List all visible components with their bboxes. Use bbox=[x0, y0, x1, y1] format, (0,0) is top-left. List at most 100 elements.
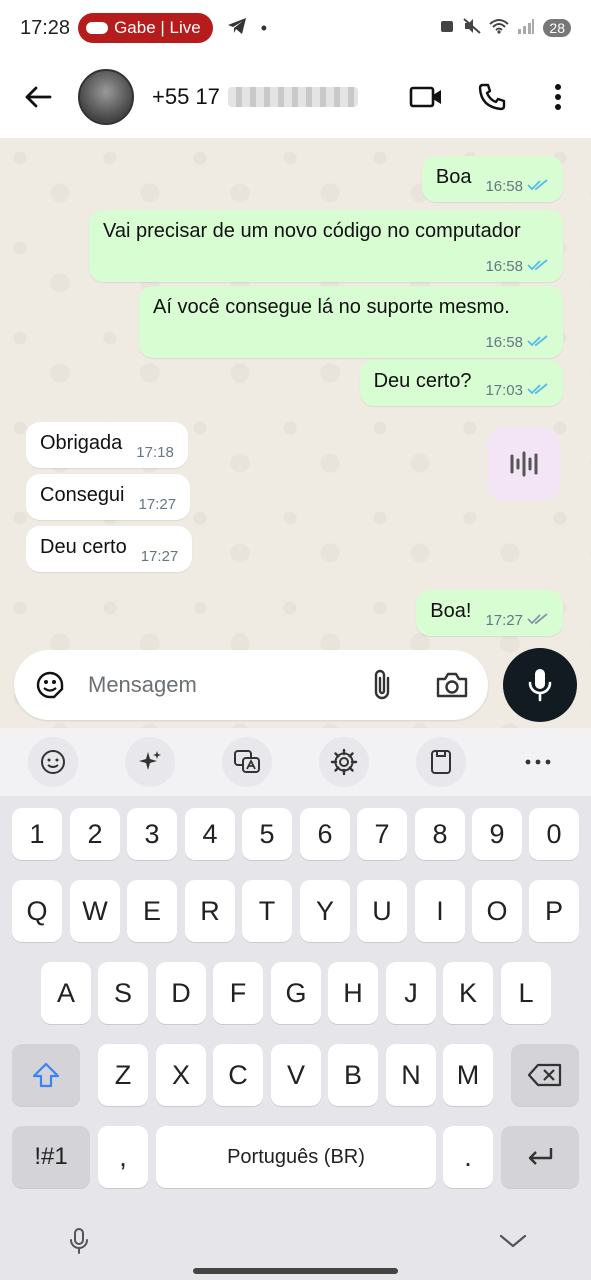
shift-key[interactable] bbox=[12, 1044, 80, 1106]
message-time: 17:27 bbox=[138, 496, 177, 513]
clipboard-button[interactable] bbox=[416, 737, 467, 787]
message-bubble-outgoing[interactable]: Boa 16:58 bbox=[421, 156, 563, 202]
message-text: Boa! bbox=[430, 600, 472, 622]
key-6[interactable]: 6 bbox=[300, 808, 350, 860]
key-e[interactable]: E bbox=[127, 880, 177, 942]
key-c[interactable]: C bbox=[213, 1044, 263, 1106]
key-w[interactable]: W bbox=[70, 880, 120, 942]
kebab-menu-icon bbox=[555, 84, 561, 110]
voice-call-button[interactable] bbox=[459, 67, 525, 127]
key-b[interactable]: B bbox=[328, 1044, 378, 1106]
key-h[interactable]: H bbox=[328, 962, 378, 1024]
key-y[interactable]: Y bbox=[300, 880, 350, 942]
soundcloud-icon bbox=[86, 22, 109, 34]
message-bubble-incoming[interactable]: Deu certo 17:27 bbox=[26, 526, 193, 572]
key-3[interactable]: 3 bbox=[127, 808, 177, 860]
contact-phone-prefix: +55 17 bbox=[152, 84, 220, 109]
ai-writing-button[interactable] bbox=[124, 737, 175, 787]
waveform-icon bbox=[510, 451, 538, 477]
live-recording-pill[interactable]: Gabe | Live bbox=[78, 13, 213, 43]
translate-button[interactable] bbox=[221, 737, 272, 787]
clipboard-icon bbox=[431, 750, 452, 774]
more-options-button[interactable] bbox=[525, 67, 591, 127]
message-bubble-incoming[interactable]: Obrigada 17:18 bbox=[26, 422, 188, 468]
home-indicator[interactable] bbox=[193, 1268, 398, 1274]
camera-icon bbox=[436, 672, 468, 698]
double-check-delivered-icon bbox=[527, 608, 549, 634]
video-call-button[interactable] bbox=[393, 67, 459, 127]
backspace-key[interactable] bbox=[511, 1044, 579, 1106]
message-time: 17:27 bbox=[140, 548, 179, 565]
key-x[interactable]: X bbox=[156, 1044, 206, 1106]
message-bubble-incoming[interactable]: Consegui 17:27 bbox=[26, 474, 191, 520]
voice-record-button[interactable] bbox=[503, 648, 577, 722]
keyboard-settings-button[interactable] bbox=[319, 737, 370, 787]
key-f[interactable]: F bbox=[213, 962, 263, 1024]
message-text: Deu certo? bbox=[373, 370, 472, 392]
period-key[interactable]: . bbox=[443, 1126, 493, 1188]
symbols-key[interactable]: !#1 bbox=[12, 1126, 90, 1188]
camera-button[interactable] bbox=[432, 665, 472, 705]
key-s[interactable]: S bbox=[98, 962, 148, 1024]
shift-arrow-icon bbox=[32, 1062, 60, 1088]
message-bubble-outgoing[interactable]: Boa! 17:27 bbox=[416, 590, 563, 636]
message-bubble-outgoing[interactable]: Vai precisar de um novo código no comput… bbox=[89, 210, 563, 282]
message-text: Vai precisar de um novo código no comput… bbox=[103, 220, 521, 242]
notification-dot-icon: • bbox=[260, 17, 268, 38]
key-t[interactable]: T bbox=[242, 880, 292, 942]
contact-avatar[interactable] bbox=[78, 69, 134, 125]
emoji-button[interactable] bbox=[27, 737, 78, 787]
key-m[interactable]: M bbox=[443, 1044, 493, 1106]
status-time: 17:28 bbox=[20, 16, 71, 39]
smiley-icon bbox=[40, 750, 65, 774]
back-button[interactable] bbox=[8, 67, 68, 127]
key-r[interactable]: R bbox=[185, 880, 235, 942]
chevron-down-icon bbox=[499, 1234, 527, 1248]
key-j[interactable]: J bbox=[386, 962, 436, 1024]
more-tools-button[interactable] bbox=[513, 737, 563, 787]
key-1[interactable]: 1 bbox=[12, 808, 62, 860]
key-l[interactable]: L bbox=[501, 962, 551, 1024]
translate-icon bbox=[233, 750, 260, 773]
key-2[interactable]: 2 bbox=[70, 808, 120, 860]
key-k[interactable]: K bbox=[443, 962, 493, 1024]
message-time: 16:58 bbox=[485, 258, 523, 275]
key-z[interactable]: Z bbox=[98, 1044, 148, 1106]
key-v[interactable]: V bbox=[271, 1044, 321, 1106]
key-n[interactable]: N bbox=[386, 1044, 436, 1106]
space-bar[interactable]: Português (BR) bbox=[156, 1126, 436, 1188]
message-bubble-outgoing[interactable]: Deu certo? 17:03 bbox=[359, 360, 563, 406]
enter-key[interactable] bbox=[501, 1126, 579, 1188]
key-g[interactable]: G bbox=[271, 962, 321, 1024]
comma-key[interactable]: , bbox=[98, 1126, 148, 1188]
message-input[interactable] bbox=[88, 672, 338, 698]
sparkles-icon bbox=[138, 751, 161, 770]
key-i[interactable]: I bbox=[415, 880, 465, 942]
telegram-icon bbox=[227, 17, 247, 40]
key-0[interactable]: 0 bbox=[529, 808, 579, 860]
voice-input-button[interactable] bbox=[62, 1224, 96, 1258]
key-d[interactable]: D bbox=[156, 962, 206, 1024]
key-9[interactable]: 9 bbox=[472, 808, 522, 860]
sticker-button[interactable] bbox=[30, 665, 70, 705]
contact-name[interactable]: +55 17 bbox=[152, 84, 358, 110]
message-time: 17:27 bbox=[485, 612, 523, 629]
key-a[interactable]: A bbox=[41, 962, 91, 1024]
double-check-read-icon bbox=[527, 378, 549, 404]
chat-area[interactable]: Boa 16:58 Vai precisar de um novo código… bbox=[0, 138, 591, 728]
key-8[interactable]: 8 bbox=[415, 808, 465, 860]
voice-waveform-button[interactable] bbox=[488, 428, 560, 500]
key-7[interactable]: 7 bbox=[357, 808, 407, 860]
attach-button[interactable] bbox=[362, 665, 402, 705]
ellipsis-icon bbox=[525, 759, 551, 765]
key-q[interactable]: Q bbox=[12, 880, 62, 942]
key-p[interactable]: P bbox=[529, 880, 579, 942]
hide-keyboard-button[interactable] bbox=[496, 1224, 530, 1258]
key-u[interactable]: U bbox=[357, 880, 407, 942]
key-o[interactable]: O bbox=[472, 880, 522, 942]
message-bubble-outgoing[interactable]: Aí você consegue lá no suporte mesmo. 16… bbox=[139, 286, 563, 358]
mute-icon bbox=[463, 17, 482, 39]
key-4[interactable]: 4 bbox=[185, 808, 235, 860]
status-bar: 17:28 Gabe | Live • 28 bbox=[0, 0, 591, 56]
key-5[interactable]: 5 bbox=[242, 808, 292, 860]
